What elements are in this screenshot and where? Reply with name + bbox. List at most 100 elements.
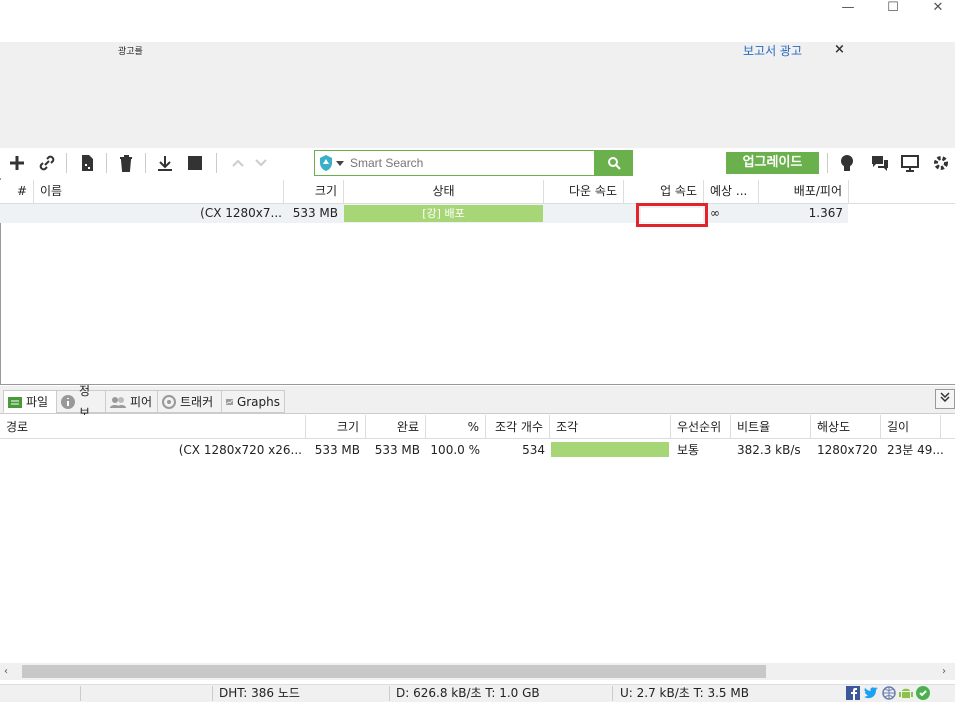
file-piece-count: 534: [522, 443, 545, 457]
torrent-eta: ∞: [710, 206, 720, 220]
lightbulb-icon: [841, 155, 853, 171]
tips-button[interactable]: [833, 150, 861, 176]
scroll-right-arrow-icon[interactable]: ›: [942, 664, 954, 679]
add-link-button[interactable]: [33, 150, 61, 176]
search-provider-dropdown[interactable]: [318, 153, 348, 173]
minimize-button[interactable]: —: [825, 0, 871, 18]
column-header-bitrate[interactable]: 비트율: [731, 415, 811, 439]
column-header-resolution[interactable]: 해상도: [811, 415, 881, 439]
column-header-number[interactable]: #: [0, 180, 34, 204]
facebook-icon[interactable]: [846, 686, 860, 700]
column-header-path[interactable]: 경로: [0, 415, 306, 439]
graph-icon: [226, 398, 233, 405]
start-button[interactable]: [151, 150, 179, 176]
peers-icon: [110, 396, 126, 408]
collapse-panel-button[interactable]: [935, 389, 955, 409]
dht-status: DHT: 386 노드: [219, 686, 300, 700]
file-length: 23분 49...: [887, 443, 944, 457]
gear-icon: [934, 156, 948, 170]
upgrade-button[interactable]: 업그레이드: [726, 152, 819, 174]
torrent-size: 533 MB: [292, 206, 338, 220]
tab-graphs-label: Graphs: [236, 394, 280, 409]
column-header-name[interactable]: 이름: [34, 180, 284, 204]
plus-icon: [10, 156, 24, 170]
status-separator: [389, 686, 390, 701]
column-header-pieces[interactable]: 조각: [550, 415, 671, 439]
highlight-box: [636, 203, 708, 227]
stop-icon: [188, 156, 202, 170]
monitor-icon: [901, 155, 919, 172]
tab-graphs[interactable]: Graphs: [221, 390, 285, 413]
toolbar-separator: [145, 153, 146, 173]
search-button[interactable]: [594, 151, 633, 175]
tab-info[interactable]: 정보: [56, 384, 106, 420]
tab-trackers[interactable]: 트래커: [157, 390, 222, 413]
file-percent: 100.0 %: [430, 443, 480, 457]
toolbar-separator: [216, 153, 217, 173]
maximize-button[interactable]: ☐: [870, 0, 916, 18]
column-header-eta[interactable]: 예상 ...: [704, 180, 759, 204]
file-icon: [82, 155, 93, 171]
android-icon[interactable]: [899, 686, 913, 700]
column-header-done[interactable]: 완료: [366, 415, 426, 439]
move-down-button[interactable]: [247, 150, 275, 176]
tracker-icon: [162, 394, 176, 409]
toolbar-separator: [827, 153, 828, 173]
column-header-percent[interactable]: %: [426, 415, 486, 439]
file-path[interactable]: (CX 1280x720 x26...: [4, 440, 302, 460]
close-window-button[interactable]: ✕: [915, 0, 955, 18]
tab-trackers-label: 트래커: [180, 394, 214, 409]
create-torrent-button[interactable]: [73, 150, 101, 176]
link-icon: [39, 155, 55, 171]
chevron-up-icon: [232, 159, 244, 167]
status-separator: [212, 686, 213, 701]
tab-files[interactable]: 파일: [3, 390, 57, 413]
chat-button[interactable]: [866, 150, 894, 176]
social-icons: [846, 686, 950, 702]
folder-icon: [8, 396, 22, 408]
title-bar: [0, 0, 955, 42]
column-header-priority[interactable]: 우선순위: [671, 415, 731, 439]
ad-banner: [0, 42, 955, 148]
column-header-ratio[interactable]: 배포/피어: [759, 180, 849, 204]
search-input[interactable]: [350, 151, 593, 174]
toolbar-separator: [106, 153, 107, 173]
double-chevron-down-icon: [940, 392, 950, 403]
toolbar-separator: [66, 153, 67, 173]
tab-peers[interactable]: 피어: [105, 390, 158, 413]
scroll-left-arrow-icon[interactable]: ‹: [4, 664, 18, 679]
shield-icon: [320, 155, 332, 171]
remote-button[interactable]: [896, 150, 924, 176]
globe-icon[interactable]: [882, 686, 896, 700]
twitter-icon[interactable]: [863, 686, 879, 700]
file-bitrate: 382.3 kB/s: [737, 443, 801, 457]
settings-button[interactable]: [927, 150, 955, 176]
check-circle-icon[interactable]: [916, 686, 930, 700]
column-header-piece-count[interactable]: 조각 개수: [486, 415, 550, 439]
column-header-down-speed[interactable]: 다운 속도: [544, 180, 624, 204]
upload-status: U: 2.7 kB/초 T: 3.5 MB: [620, 686, 749, 700]
search-icon: [607, 157, 621, 170]
add-torrent-button[interactable]: [3, 150, 31, 176]
stop-button[interactable]: [181, 150, 209, 176]
column-header-up-speed[interactable]: 업 속도: [624, 180, 704, 204]
file-pieces-bar: [551, 442, 669, 457]
report-ad-link[interactable]: 보고서 광고: [743, 42, 802, 59]
status-separator: [80, 686, 81, 701]
torrent-ratio: 1.367: [808, 206, 843, 220]
download-status: D: 626.8 kB/초 T: 1.0 GB: [396, 686, 540, 700]
column-header-size[interactable]: 크기: [284, 180, 344, 204]
caret-down-icon: [336, 161, 344, 166]
column-header-file-size[interactable]: 크기: [306, 415, 366, 439]
file-priority: 보통: [677, 443, 700, 457]
torrent-down-speed: [548, 204, 618, 223]
close-ad-button[interactable]: ×: [834, 42, 845, 57]
column-header-status[interactable]: 상태: [344, 180, 544, 204]
tab-peers-label: 피어: [130, 394, 153, 409]
column-header-length[interactable]: 길이: [881, 415, 941, 439]
remove-button[interactable]: [112, 150, 140, 176]
scrollbar-thumb[interactable]: [22, 665, 766, 678]
torrent-status: [강] 배포: [344, 205, 543, 222]
info-icon: [61, 394, 75, 409]
file-size: 533 MB: [314, 443, 360, 457]
